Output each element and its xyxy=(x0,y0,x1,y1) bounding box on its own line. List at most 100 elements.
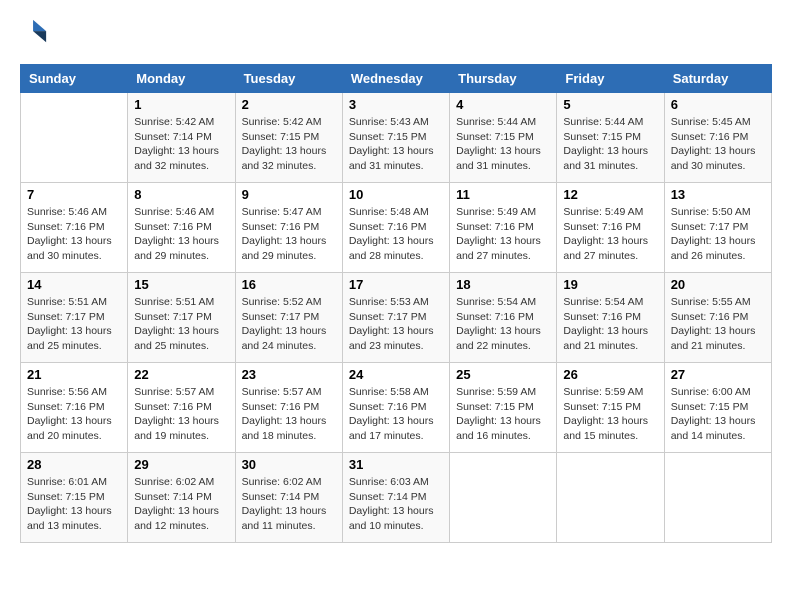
day-detail: Sunrise: 5:46 AM Sunset: 7:16 PM Dayligh… xyxy=(27,205,121,264)
calendar-cell: 20 Sunrise: 5:55 AM Sunset: 7:16 PM Dayli… xyxy=(664,273,771,363)
calendar-week-2: 7 Sunrise: 5:46 AM Sunset: 7:16 PM Daylig… xyxy=(21,183,772,273)
calendar-cell: 19 Sunrise: 5:54 AM Sunset: 7:16 PM Dayli… xyxy=(557,273,664,363)
day-detail: Sunrise: 5:52 AM Sunset: 7:17 PM Dayligh… xyxy=(242,295,336,354)
day-number: 17 xyxy=(349,277,443,292)
day-number: 2 xyxy=(242,97,336,112)
day-number: 8 xyxy=(134,187,228,202)
day-detail: Sunrise: 6:01 AM Sunset: 7:15 PM Dayligh… xyxy=(27,475,121,534)
calendar-cell: 12 Sunrise: 5:49 AM Sunset: 7:16 PM Dayli… xyxy=(557,183,664,273)
day-number: 13 xyxy=(671,187,765,202)
calendar-cell: 29 Sunrise: 6:02 AM Sunset: 7:14 PM Dayli… xyxy=(128,453,235,543)
calendar-cell: 11Sunrise: 5:49 AM Sunset: 7:16 PM Dayli… xyxy=(450,183,557,273)
day-detail: Sunrise: 6:02 AM Sunset: 7:14 PM Dayligh… xyxy=(242,475,336,534)
calendar-cell xyxy=(450,453,557,543)
day-detail: Sunrise: 5:47 AM Sunset: 7:16 PM Dayligh… xyxy=(242,205,336,264)
day-number: 31 xyxy=(349,457,443,472)
page-header xyxy=(20,20,772,48)
calendar-cell: 7 Sunrise: 5:46 AM Sunset: 7:16 PM Daylig… xyxy=(21,183,128,273)
header-day-saturday: Saturday xyxy=(664,65,771,93)
calendar-week-1: 1 Sunrise: 5:42 AM Sunset: 7:14 PM Daylig… xyxy=(21,93,772,183)
day-detail: Sunrise: 5:53 AM Sunset: 7:17 PM Dayligh… xyxy=(349,295,443,354)
day-number: 19 xyxy=(563,277,657,292)
day-detail: Sunrise: 5:49 AM Sunset: 7:16 PM Dayligh… xyxy=(456,205,550,264)
calendar-week-4: 21Sunrise: 5:56 AM Sunset: 7:16 PM Dayli… xyxy=(21,363,772,453)
calendar-cell: 8Sunrise: 5:46 AM Sunset: 7:16 PM Daylig… xyxy=(128,183,235,273)
day-detail: Sunrise: 5:51 AM Sunset: 7:17 PM Dayligh… xyxy=(27,295,121,354)
day-detail: Sunrise: 5:42 AM Sunset: 7:14 PM Dayligh… xyxy=(134,115,228,174)
day-number: 1 xyxy=(134,97,228,112)
day-number: 29 xyxy=(134,457,228,472)
calendar-cell xyxy=(21,93,128,183)
day-number: 9 xyxy=(242,187,336,202)
day-detail: Sunrise: 6:02 AM Sunset: 7:14 PM Dayligh… xyxy=(134,475,228,534)
day-detail: Sunrise: 5:54 AM Sunset: 7:16 PM Dayligh… xyxy=(563,295,657,354)
calendar-week-3: 14Sunrise: 5:51 AM Sunset: 7:17 PM Dayli… xyxy=(21,273,772,363)
calendar-cell: 21Sunrise: 5:56 AM Sunset: 7:16 PM Dayli… xyxy=(21,363,128,453)
day-detail: Sunrise: 5:58 AM Sunset: 7:16 PM Dayligh… xyxy=(349,385,443,444)
calendar-cell: 2 Sunrise: 5:42 AM Sunset: 7:15 PM Daylig… xyxy=(235,93,342,183)
day-number: 26 xyxy=(563,367,657,382)
day-detail: Sunrise: 5:56 AM Sunset: 7:16 PM Dayligh… xyxy=(27,385,121,444)
calendar-cell: 14Sunrise: 5:51 AM Sunset: 7:17 PM Dayli… xyxy=(21,273,128,363)
day-number: 28 xyxy=(27,457,121,472)
calendar-cell: 9 Sunrise: 5:47 AM Sunset: 7:16 PM Daylig… xyxy=(235,183,342,273)
day-number: 27 xyxy=(671,367,765,382)
day-number: 6 xyxy=(671,97,765,112)
day-detail: Sunrise: 6:00 AM Sunset: 7:15 PM Dayligh… xyxy=(671,385,765,444)
header-day-tuesday: Tuesday xyxy=(235,65,342,93)
day-number: 20 xyxy=(671,277,765,292)
calendar-cell: 28 Sunrise: 6:01 AM Sunset: 7:15 PM Dayli… xyxy=(21,453,128,543)
calendar-cell: 5 Sunrise: 5:44 AM Sunset: 7:15 PM Daylig… xyxy=(557,93,664,183)
calendar-cell: 18Sunrise: 5:54 AM Sunset: 7:16 PM Dayli… xyxy=(450,273,557,363)
day-number: 3 xyxy=(349,97,443,112)
day-detail: Sunrise: 5:55 AM Sunset: 7:16 PM Dayligh… xyxy=(671,295,765,354)
calendar-cell: 6Sunrise: 5:45 AM Sunset: 7:16 PM Daylig… xyxy=(664,93,771,183)
calendar-cell: 31 Sunrise: 6:03 AM Sunset: 7:14 PM Dayli… xyxy=(342,453,449,543)
day-number: 15 xyxy=(134,277,228,292)
calendar-cell: 24 Sunrise: 5:58 AM Sunset: 7:16 PM Dayli… xyxy=(342,363,449,453)
day-number: 7 xyxy=(27,187,121,202)
day-detail: Sunrise: 5:42 AM Sunset: 7:15 PM Dayligh… xyxy=(242,115,336,174)
calendar-cell: 13 Sunrise: 5:50 AM Sunset: 7:17 PM Dayli… xyxy=(664,183,771,273)
day-number: 22 xyxy=(134,367,228,382)
calendar-cell: 17 Sunrise: 5:53 AM Sunset: 7:17 PM Dayli… xyxy=(342,273,449,363)
header-day-wednesday: Wednesday xyxy=(342,65,449,93)
header-day-thursday: Thursday xyxy=(450,65,557,93)
day-detail: Sunrise: 5:49 AM Sunset: 7:16 PM Dayligh… xyxy=(563,205,657,264)
calendar-cell: 15 Sunrise: 5:51 AM Sunset: 7:17 PM Dayli… xyxy=(128,273,235,363)
logo-icon xyxy=(20,18,48,46)
day-number: 18 xyxy=(456,277,550,292)
calendar-cell: 4 Sunrise: 5:44 AM Sunset: 7:15 PM Daylig… xyxy=(450,93,557,183)
calendar-cell xyxy=(557,453,664,543)
header-day-sunday: Sunday xyxy=(21,65,128,93)
calendar-cell: 25 Sunrise: 5:59 AM Sunset: 7:15 PM Dayli… xyxy=(450,363,557,453)
calendar-cell: 16 Sunrise: 5:52 AM Sunset: 7:17 PM Dayli… xyxy=(235,273,342,363)
header-day-friday: Friday xyxy=(557,65,664,93)
day-detail: Sunrise: 5:44 AM Sunset: 7:15 PM Dayligh… xyxy=(563,115,657,174)
day-detail: Sunrise: 6:03 AM Sunset: 7:14 PM Dayligh… xyxy=(349,475,443,534)
calendar-table: SundayMondayTuesdayWednesdayThursdayFrid… xyxy=(20,64,772,543)
day-number: 5 xyxy=(563,97,657,112)
day-detail: Sunrise: 5:57 AM Sunset: 7:16 PM Dayligh… xyxy=(242,385,336,444)
calendar-cell: 23Sunrise: 5:57 AM Sunset: 7:16 PM Dayli… xyxy=(235,363,342,453)
day-detail: Sunrise: 5:43 AM Sunset: 7:15 PM Dayligh… xyxy=(349,115,443,174)
day-detail: Sunrise: 5:50 AM Sunset: 7:17 PM Dayligh… xyxy=(671,205,765,264)
calendar-cell: 10Sunrise: 5:48 AM Sunset: 7:16 PM Dayli… xyxy=(342,183,449,273)
calendar-cell: 27 Sunrise: 6:00 AM Sunset: 7:15 PM Dayli… xyxy=(664,363,771,453)
day-detail: Sunrise: 5:51 AM Sunset: 7:17 PM Dayligh… xyxy=(134,295,228,354)
calendar-header-row: SundayMondayTuesdayWednesdayThursdayFrid… xyxy=(21,65,772,93)
calendar-cell xyxy=(664,453,771,543)
calendar-cell: 26 Sunrise: 5:59 AM Sunset: 7:15 PM Dayli… xyxy=(557,363,664,453)
day-detail: Sunrise: 5:44 AM Sunset: 7:15 PM Dayligh… xyxy=(456,115,550,174)
day-number: 25 xyxy=(456,367,550,382)
day-detail: Sunrise: 5:59 AM Sunset: 7:15 PM Dayligh… xyxy=(563,385,657,444)
day-number: 4 xyxy=(456,97,550,112)
day-number: 24 xyxy=(349,367,443,382)
day-number: 16 xyxy=(242,277,336,292)
day-detail: Sunrise: 5:48 AM Sunset: 7:16 PM Dayligh… xyxy=(349,205,443,264)
day-number: 12 xyxy=(563,187,657,202)
calendar-cell: 30Sunrise: 6:02 AM Sunset: 7:14 PM Dayli… xyxy=(235,453,342,543)
day-detail: Sunrise: 5:59 AM Sunset: 7:15 PM Dayligh… xyxy=(456,385,550,444)
calendar-cell: 22Sunrise: 5:57 AM Sunset: 7:16 PM Dayli… xyxy=(128,363,235,453)
calendar-cell: 3 Sunrise: 5:43 AM Sunset: 7:15 PM Daylig… xyxy=(342,93,449,183)
